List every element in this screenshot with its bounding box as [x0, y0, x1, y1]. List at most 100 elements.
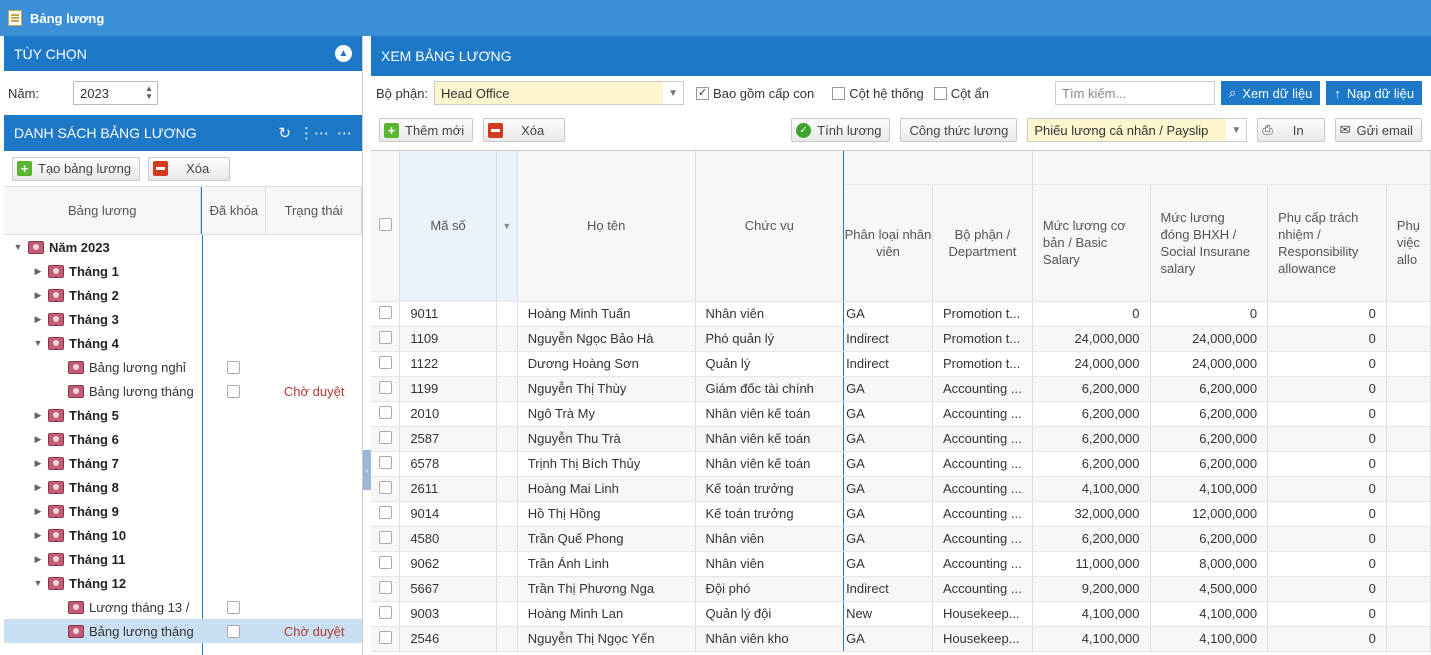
- row-checkbox[interactable]: [378, 430, 392, 444]
- cell-resp-allowance[interactable]: 0: [1267, 451, 1387, 477]
- tree-expand-icon[interactable]: ⋯: [337, 124, 352, 142]
- table-row[interactable]: 1109 Nguyễn Ngọc Bảo Hà Phó quản lý Indirec…: [371, 326, 1431, 352]
- cell-dept[interactable]: Accounting ...: [932, 376, 1033, 402]
- row-select-cell[interactable]: [371, 376, 401, 402]
- formula-button[interactable]: Công thức lương: [900, 118, 1018, 142]
- table-row[interactable]: 2010 Ngô Trà My Nhân viên kế toán GA Account…: [371, 401, 1431, 427]
- cell-bhxh-salary[interactable]: 6,200,000: [1150, 526, 1269, 552]
- cell-position[interactable]: Phó quản lý: [695, 326, 845, 352]
- checkbox-icon[interactable]: [832, 86, 846, 100]
- row-checkbox[interactable]: [378, 505, 392, 519]
- table-row[interactable]: 9014 Hồ Thị Hồng Kế toán trưởng GA Accountin…: [371, 501, 1431, 527]
- collapsed-arrow-icon[interactable]: ▶: [32, 434, 44, 445]
- cell-basic-salary[interactable]: 6,200,000: [1032, 401, 1151, 427]
- row-checkbox[interactable]: [378, 605, 392, 619]
- tree-node-name[interactable]: ▶ Tháng 9: [4, 504, 201, 519]
- table-row[interactable]: 9003 Hoàng Minh Lan Quản lý đội New Housekee…: [371, 601, 1431, 627]
- cell-code[interactable]: 1199: [399, 376, 497, 402]
- cell-code[interactable]: 6578: [399, 451, 497, 477]
- tree-node[interactable]: ▶ Tháng 10: [4, 523, 362, 547]
- row-select-cell[interactable]: [371, 351, 401, 377]
- col-extra-allowance[interactable]: Phụ việc allo: [1386, 184, 1431, 302]
- view-data-button[interactable]: ⌕ Xem dữ liệu: [1221, 81, 1321, 105]
- col-bhxh-salary[interactable]: Mức lương đóng BHXH / Social Insurane sa…: [1150, 184, 1269, 302]
- cell-name[interactable]: Ngô Trà My: [517, 401, 696, 427]
- collapsed-arrow-icon[interactable]: ▶: [32, 530, 44, 541]
- cell-dept[interactable]: Housekeep...: [932, 601, 1033, 627]
- cell-extra[interactable]: [1386, 376, 1431, 402]
- cell-name[interactable]: Nguyễn Ngọc Bảo Hà: [517, 326, 696, 352]
- cell-basic-salary[interactable]: 9,200,000: [1032, 576, 1151, 602]
- cell-resp-allowance[interactable]: 0: [1267, 501, 1387, 527]
- tree-node[interactable]: Lương tháng 13 /: [4, 595, 362, 619]
- cell-position[interactable]: Giám đốc tài chính: [695, 376, 845, 402]
- col-payroll[interactable]: Bảng lương: [4, 187, 202, 234]
- row-checkbox[interactable]: [378, 305, 392, 319]
- cell-emp-type[interactable]: New: [843, 601, 933, 627]
- cell-resp-allowance[interactable]: 0: [1267, 326, 1387, 352]
- cell-code[interactable]: 5667: [399, 576, 497, 602]
- select-all-header[interactable]: [371, 151, 401, 302]
- cell-bhxh-salary[interactable]: 8,000,000: [1150, 551, 1269, 577]
- cell-position[interactable]: Quản lý đội: [695, 601, 845, 627]
- tree-node[interactable]: ▼ Tháng 4: [4, 331, 362, 355]
- row-checkbox[interactable]: [378, 355, 392, 369]
- cell-sort-spacer[interactable]: [496, 526, 518, 552]
- table-row[interactable]: 2587 Nguyễn Thu Trà Nhân viên kế toán GA Acc…: [371, 426, 1431, 452]
- cell-name[interactable]: Dương Hoàng Sơn: [517, 351, 696, 377]
- row-checkbox[interactable]: [378, 380, 392, 394]
- tree-node-name[interactable]: ▶ Tháng 8: [4, 480, 201, 495]
- cell-sort-spacer[interactable]: [496, 501, 518, 527]
- row-checkbox[interactable]: [378, 330, 392, 344]
- print-button[interactable]: ⎙ In: [1257, 118, 1325, 142]
- tree-node-name[interactable]: ▶ Tháng 5: [4, 408, 201, 423]
- cell-extra[interactable]: [1386, 426, 1431, 452]
- cell-code[interactable]: 2611: [399, 476, 497, 502]
- cell-resp-allowance[interactable]: 0: [1267, 551, 1387, 577]
- cell-basic-salary[interactable]: 6,200,000: [1032, 426, 1151, 452]
- row-select-cell[interactable]: [371, 576, 401, 602]
- cell-sort-spacer[interactable]: [496, 476, 518, 502]
- collapse-up-icon[interactable]: ▲: [335, 45, 352, 62]
- cell-code[interactable]: 4580: [399, 526, 497, 552]
- collapsed-arrow-icon[interactable]: ▶: [32, 266, 44, 277]
- tree-node[interactable]: ▶ Tháng 11: [4, 547, 362, 571]
- cell-extra[interactable]: [1386, 326, 1431, 352]
- col-status[interactable]: Trạng thái: [266, 187, 362, 234]
- cell-emp-type[interactable]: GA: [843, 451, 933, 477]
- expanded-arrow-icon[interactable]: ▼: [12, 242, 24, 252]
- cell-name[interactable]: Trần Thị Phương Nga: [517, 576, 696, 602]
- tree-node[interactable]: ▶ Tháng 8: [4, 475, 362, 499]
- row-checkbox[interactable]: [378, 455, 392, 469]
- cell-code[interactable]: 1109: [399, 326, 497, 352]
- tree-node[interactable]: ▶ Tháng 9: [4, 499, 362, 523]
- row-select-cell[interactable]: [371, 626, 401, 652]
- cell-basic-salary[interactable]: 24,000,000: [1032, 326, 1151, 352]
- cell-basic-salary[interactable]: 32,000,000: [1032, 501, 1151, 527]
- tree-node[interactable]: Bảng lương tháng Chờ duyệt: [4, 379, 362, 403]
- cell-bhxh-salary[interactable]: 6,200,000: [1150, 401, 1269, 427]
- col-resp-allowance[interactable]: Phụ cấp trách nhiệm / Responsibility all…: [1267, 184, 1387, 302]
- cell-bhxh-salary[interactable]: 12,000,000: [1150, 501, 1269, 527]
- tree-node[interactable]: ▶ Tháng 2: [4, 283, 362, 307]
- cell-dept[interactable]: Accounting ...: [932, 476, 1033, 502]
- row-checkbox[interactable]: [378, 480, 392, 494]
- cell-code[interactable]: 2546: [399, 626, 497, 652]
- cell-basic-salary[interactable]: 24,000,000: [1032, 351, 1151, 377]
- tree-node-name[interactable]: ▶ Tháng 3: [4, 312, 201, 327]
- include-sub-checkbox[interactable]: ✓ Bao gồm cấp con: [696, 86, 814, 101]
- cell-name[interactable]: Nguyễn Thu Trà: [517, 426, 696, 452]
- spinner-arrows-icon[interactable]: ▲ ▼: [145, 85, 153, 101]
- cell-emp-type[interactable]: GA: [843, 551, 933, 577]
- locked-checkbox[interactable]: [227, 624, 241, 638]
- cell-position[interactable]: Nhân viên: [695, 551, 845, 577]
- row-select-cell[interactable]: [371, 501, 401, 527]
- cell-dept[interactable]: Accounting ...: [932, 501, 1033, 527]
- search-input[interactable]: Tìm kiếm...: [1055, 81, 1215, 105]
- cell-position[interactable]: Đội phó: [695, 576, 845, 602]
- tree-node-name[interactable]: ▶ Tháng 1: [4, 264, 201, 279]
- col-name[interactable]: Họ tên: [517, 151, 696, 302]
- tree-node[interactable]: ▶ Tháng 5: [4, 403, 362, 427]
- sys-cols-checkbox[interactable]: Cột hệ thống: [832, 86, 924, 101]
- cell-basic-salary[interactable]: 11,000,000: [1032, 551, 1151, 577]
